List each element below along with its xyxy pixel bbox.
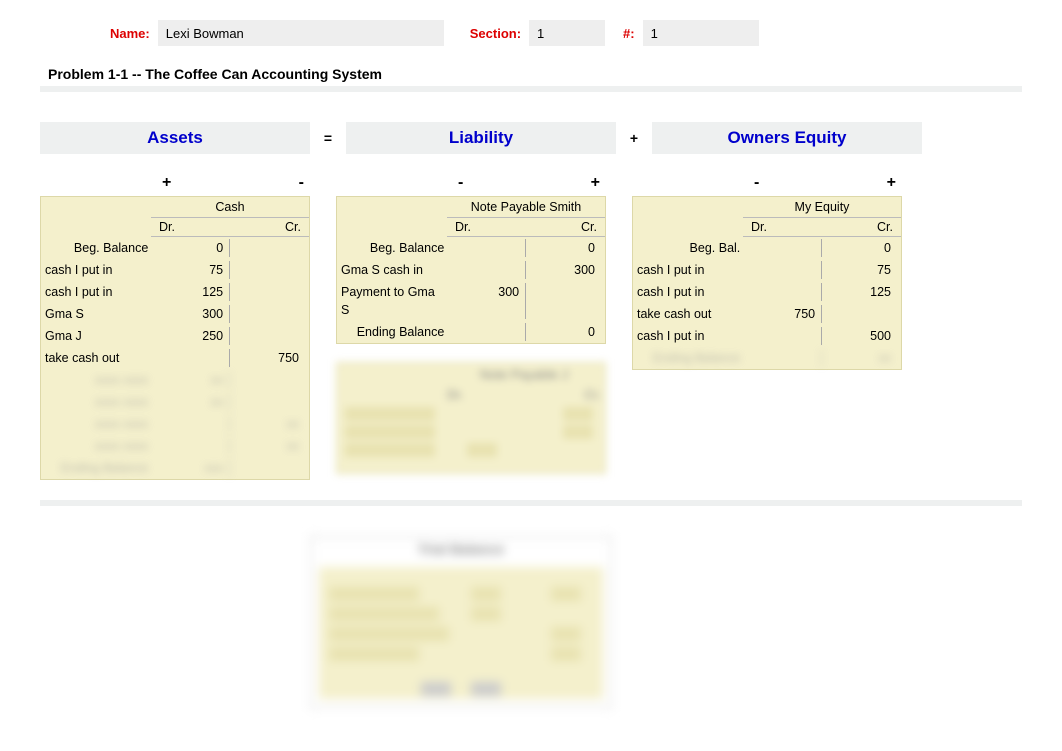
form-header: Name: Lexi Bowman Section: 1 #: 1 (110, 20, 1022, 46)
equation-row: Assets = Liability + Owners Equity (40, 122, 1022, 154)
cash-title: Cash (151, 197, 309, 218)
table-row: Gma S cash in300 (337, 259, 605, 281)
name-label: Name: (110, 26, 150, 41)
divider (40, 500, 1022, 506)
note-t-account: Note Payable Smith Dr. Cr. Beg. Balance0… (336, 196, 606, 344)
table-row: take cash out750 (633, 303, 901, 325)
assets-column: + - Cash Dr. Cr. Beg. Balance0 cash I pu… (40, 174, 310, 480)
num-label: #: (623, 26, 635, 41)
table-row: cash I put in75 (633, 259, 901, 281)
note-title: Note Payable Smith (447, 197, 605, 218)
blurred-rows: xxxx xxxxxx xxxx xxxxxx xxxx xxxxxx xxxx… (41, 369, 309, 479)
table-row: cash I put in75 (41, 259, 309, 281)
note-drcr: Dr. Cr. (447, 218, 605, 237)
blurred-t-account-2: Note Payable J Dr.Cr. (336, 362, 606, 474)
t-account-columns: + - Cash Dr. Cr. Beg. Balance0 cash I pu… (40, 174, 1022, 480)
liability-heading: Liability (346, 122, 616, 154)
section-label: Section: (470, 26, 521, 41)
cash-t-account: Cash Dr. Cr. Beg. Balance0 cash I put in… (40, 196, 310, 480)
table-row: Payment to Gma S300 (337, 281, 605, 321)
assets-heading: Assets (40, 122, 310, 154)
table-row: Beg. Bal.0 (633, 237, 901, 259)
num-input[interactable]: 1 (643, 20, 759, 46)
equity-t-account: My Equity Dr. Cr. Beg. Bal.0 cash I put … (632, 196, 902, 370)
section-input[interactable]: 1 (529, 20, 605, 46)
table-row: cash I put in500 (633, 325, 901, 347)
equity-drcr: Dr. Cr. (743, 218, 901, 237)
owners-equity-heading: Owners Equity (652, 122, 922, 154)
table-row: Beg. Balance0 (41, 237, 309, 259)
table-row: take cash out750 (41, 347, 309, 369)
table-row: Gma S300 (41, 303, 309, 325)
table-row: Gma J250 (41, 325, 309, 347)
table-row: cash I put in125 (41, 281, 309, 303)
liability-column: - + Note Payable Smith Dr. Cr. Beg. Bala… (336, 174, 606, 474)
equals-sign: = (322, 130, 334, 146)
divider (40, 86, 1022, 92)
table-row: Beg. Balance0 (337, 237, 605, 259)
table-row: Ending Balance0 (337, 321, 605, 343)
blurred-rows: Ending Balancexx (633, 347, 901, 369)
cash-drcr: Dr. Cr. (151, 218, 309, 237)
problem-title: Problem 1-1 -- The Coffee Can Accounting… (48, 66, 1022, 82)
table-row: cash I put in125 (633, 281, 901, 303)
liability-signs: - + (336, 174, 606, 192)
equity-title: My Equity (743, 197, 901, 218)
blurred-trial-balance: Trial Balance (310, 536, 612, 708)
equity-column: - + My Equity Dr. Cr. Beg. Bal.0 cash I … (632, 174, 902, 370)
plus-sign: + (628, 130, 640, 146)
equity-signs: - + (632, 174, 902, 192)
assets-signs: + - (40, 174, 310, 192)
name-input[interactable]: Lexi Bowman (158, 20, 444, 46)
